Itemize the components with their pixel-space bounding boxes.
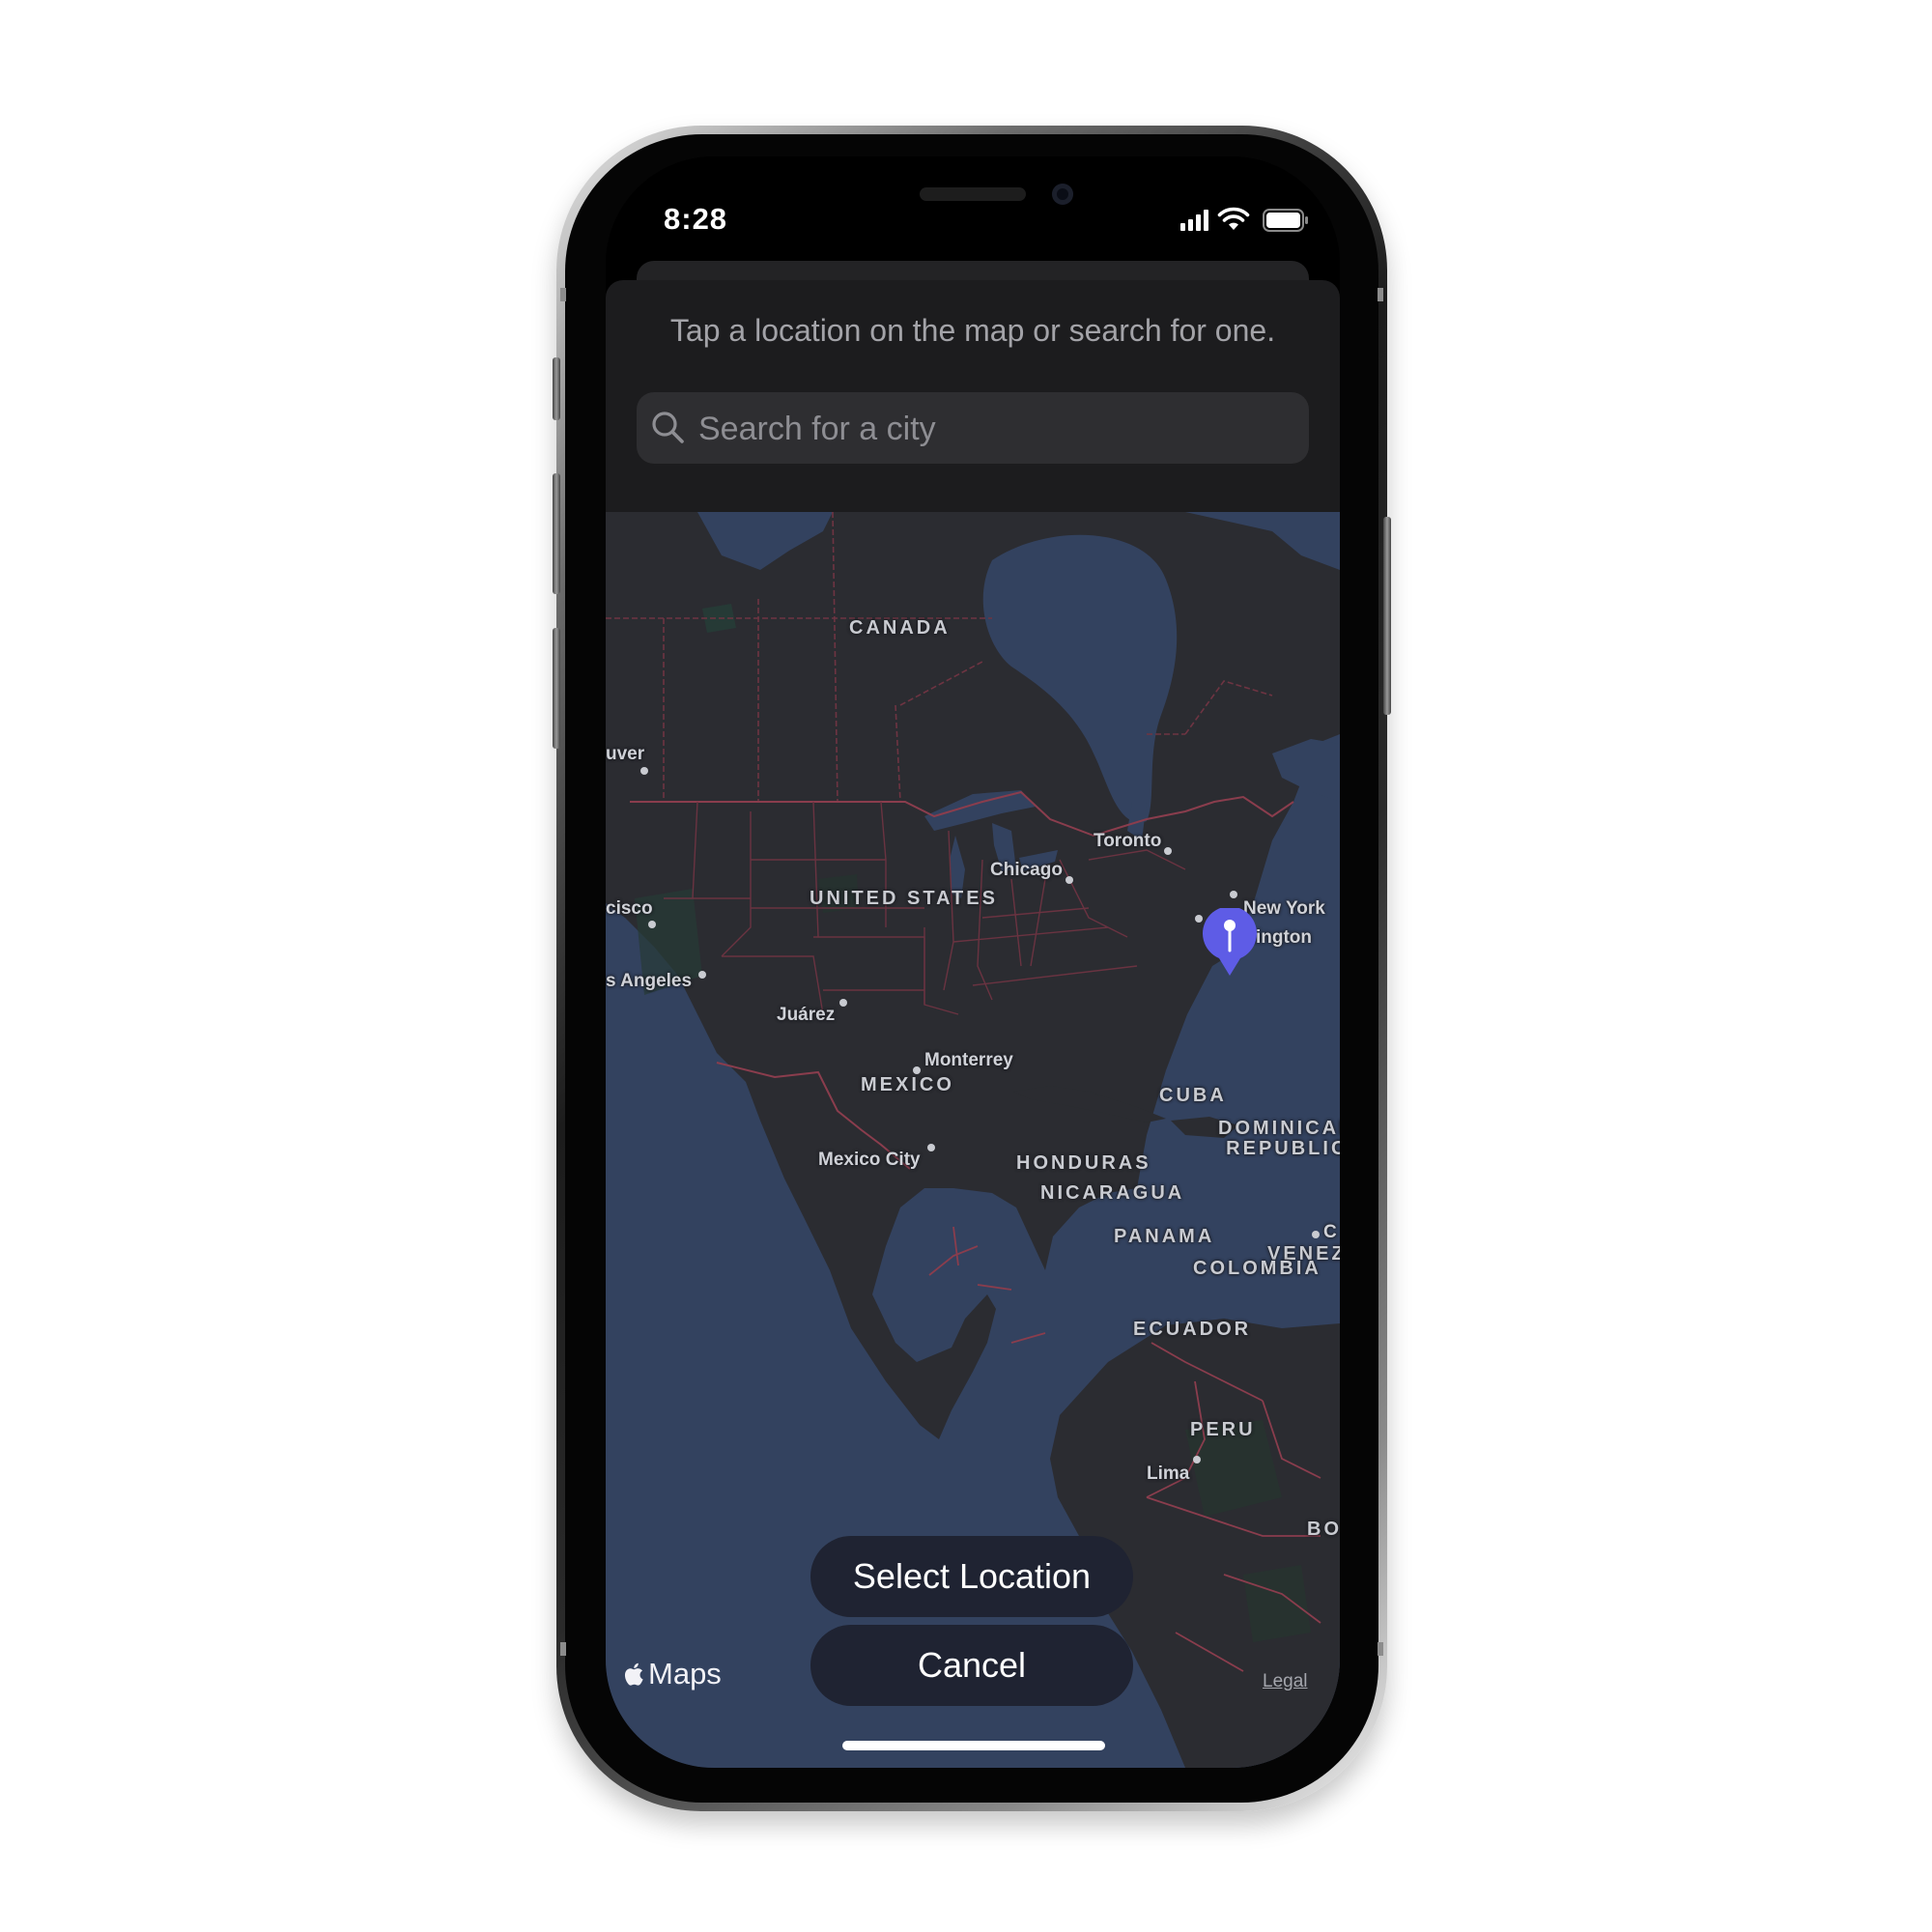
status-bar: 8:28 <box>606 156 1340 263</box>
volume-down-button <box>553 628 560 749</box>
status-time: 8:28 <box>664 202 728 236</box>
city-dot <box>1065 876 1073 884</box>
city-label-chicago: Chicago <box>990 860 1063 880</box>
city-label-vancouver: uver <box>606 744 645 764</box>
silent-switch <box>553 357 560 420</box>
city-label-san-francisco: cisco <box>606 898 653 919</box>
antenna-band <box>560 288 566 301</box>
city-label-monterrey: Monterrey <box>924 1050 1013 1070</box>
legal-link[interactable]: Legal <box>1263 1671 1308 1692</box>
home-indicator[interactable] <box>842 1741 1105 1750</box>
city-label-juarez: Juárez <box>777 1005 836 1025</box>
city-dot <box>913 1066 921 1074</box>
city-label-mexico-city: Mexico City <box>818 1150 921 1170</box>
city-dot <box>698 971 706 979</box>
wifi-icon <box>1217 207 1250 230</box>
apple-logo-icon <box>624 1662 643 1686</box>
city-label-los-angeles: s Angeles <box>606 971 693 991</box>
country-label-bolivia: BO <box>1307 1519 1340 1540</box>
country-label-line: DOMINICAN <box>1218 1118 1340 1139</box>
country-label-panama: PANAMA <box>1114 1226 1215 1247</box>
search-input[interactable] <box>696 392 1299 466</box>
phone-screen: 8:28 Tap a location on the map or search… <box>606 156 1340 1768</box>
city-dot <box>1164 847 1172 855</box>
cellular-signal-icon <box>1180 210 1208 231</box>
city-label-lima: Lima <box>1147 1463 1190 1484</box>
city-dot <box>1312 1231 1320 1238</box>
select-location-button[interactable]: Select Location <box>810 1536 1133 1617</box>
maps-attribution-text: Maps <box>648 1657 722 1690</box>
antenna-band <box>1378 1642 1383 1656</box>
earpiece-speaker <box>920 187 1026 201</box>
city-label-toronto: Toronto <box>1094 831 1162 851</box>
country-label-dominican-republic: DOMINICAN REPUBLIC <box>1218 1119 1340 1159</box>
country-label-peru: PERU <box>1190 1419 1256 1440</box>
cancel-button[interactable]: Cancel <box>810 1625 1133 1706</box>
volume-up-button <box>553 473 560 594</box>
city-dot <box>648 921 656 928</box>
country-label-cuba: CUBA <box>1159 1085 1227 1106</box>
city-dot <box>640 767 648 775</box>
map-pin-icon[interactable] <box>1201 908 1259 978</box>
city-dot <box>1230 891 1237 898</box>
antenna-band <box>1378 288 1383 301</box>
front-camera <box>1052 184 1073 205</box>
country-label-mexico: MEXICO <box>861 1074 954 1095</box>
map-view[interactable]: CANADA UNITED STATES MEXICO CUBA DOMINIC… <box>606 512 1340 1768</box>
apple-maps-attribution: Maps <box>623 1657 722 1691</box>
city-label-caracas: C <box>1323 1222 1337 1242</box>
country-label-colombia: COLOMBIA <box>1193 1258 1321 1279</box>
country-label-united-states: UNITED STATES <box>810 888 998 909</box>
city-dot <box>839 999 847 1007</box>
search-bar[interactable] <box>637 392 1309 466</box>
country-label-nicaragua: NICARAGUA <box>1040 1182 1185 1204</box>
country-label-line: REPUBLIC <box>1226 1138 1340 1159</box>
city-dot <box>927 1144 935 1151</box>
country-label-honduras: HONDURAS <box>1016 1152 1151 1174</box>
location-picker-sheet: Tap a location on the map or search for … <box>606 280 1340 1768</box>
country-label-canada: CANADA <box>849 617 951 639</box>
magnifying-glass-icon <box>652 412 684 443</box>
power-button <box>1383 517 1391 715</box>
battery-full-icon <box>1263 209 1308 232</box>
instruction-text: Tap a location on the map or search for … <box>669 313 1276 348</box>
country-label-ecuador: ECUADOR <box>1133 1319 1252 1340</box>
city-dot <box>1193 1456 1201 1463</box>
antenna-band <box>560 1642 566 1656</box>
